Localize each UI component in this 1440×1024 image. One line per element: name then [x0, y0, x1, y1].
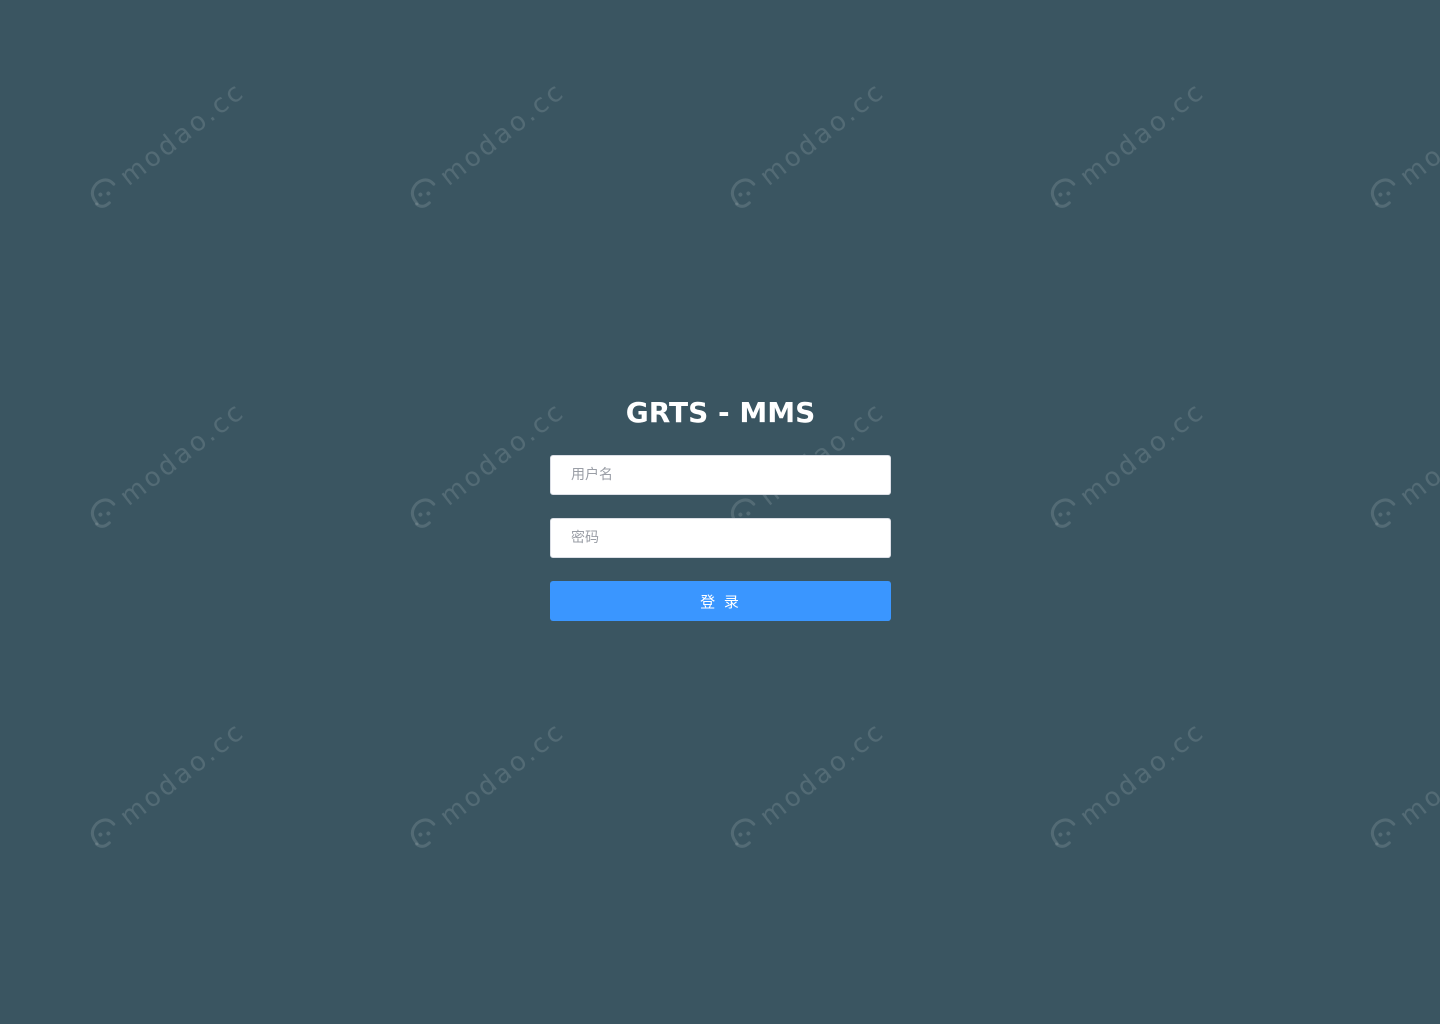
watermark-text: modao.cc: [1074, 76, 1211, 193]
watermark-text: modao.cc: [754, 716, 891, 833]
watermark: modao.cc: [399, 76, 571, 221]
watermark: modao.cc: [79, 716, 251, 861]
watermark: modao.cc: [399, 716, 571, 861]
modao-logo-icon: [719, 168, 771, 221]
password-input[interactable]: [550, 518, 891, 558]
modao-logo-icon: [79, 488, 131, 541]
watermark-text: modao.cc: [434, 76, 571, 193]
modao-logo-icon: [1359, 488, 1411, 541]
watermark: modao.cc: [79, 76, 251, 221]
watermark: modao.cc: [1039, 76, 1211, 221]
watermark: modao.cc: [79, 396, 251, 541]
watermark: modao.cc: [1359, 716, 1440, 861]
watermark-text: modao.cc: [1394, 396, 1440, 513]
watermark-text: modao.cc: [114, 716, 251, 833]
modao-logo-icon: [79, 168, 131, 221]
watermark: modao.cc: [719, 716, 891, 861]
modao-logo-icon: [1039, 808, 1091, 861]
watermark-text: modao.cc: [1074, 716, 1211, 833]
modao-logo-icon: [1039, 168, 1091, 221]
watermark: modao.cc: [719, 76, 891, 221]
modao-logo-icon: [399, 808, 451, 861]
watermark-text: modao.cc: [754, 76, 891, 193]
watermark-text: modao.cc: [1394, 76, 1440, 193]
watermark: modao.cc: [399, 396, 571, 541]
login-button[interactable]: 登 录: [550, 581, 891, 621]
modao-logo-icon: [719, 808, 771, 861]
watermark: modao.cc: [1039, 716, 1211, 861]
modao-logo-icon: [399, 168, 451, 221]
modao-logo-icon: [399, 488, 451, 541]
watermark-text: modao.cc: [1074, 396, 1211, 513]
modao-logo-icon: [1039, 488, 1091, 541]
watermark-text: modao.cc: [114, 396, 251, 513]
watermark: modao.cc: [1359, 396, 1440, 541]
modao-logo-icon: [1359, 808, 1411, 861]
username-input[interactable]: [550, 455, 891, 495]
watermark-text: modao.cc: [114, 76, 251, 193]
watermark: modao.cc: [1039, 396, 1211, 541]
watermark-text: modao.cc: [1394, 716, 1440, 833]
page-title: GRTS - MMS: [625, 396, 816, 429]
watermark-text: modao.cc: [434, 716, 571, 833]
modao-logo-icon: [79, 808, 131, 861]
watermark: modao.cc: [1359, 76, 1440, 221]
login-form: GRTS - MMS 登 录: [550, 392, 891, 621]
modao-logo-icon: [1359, 168, 1411, 221]
